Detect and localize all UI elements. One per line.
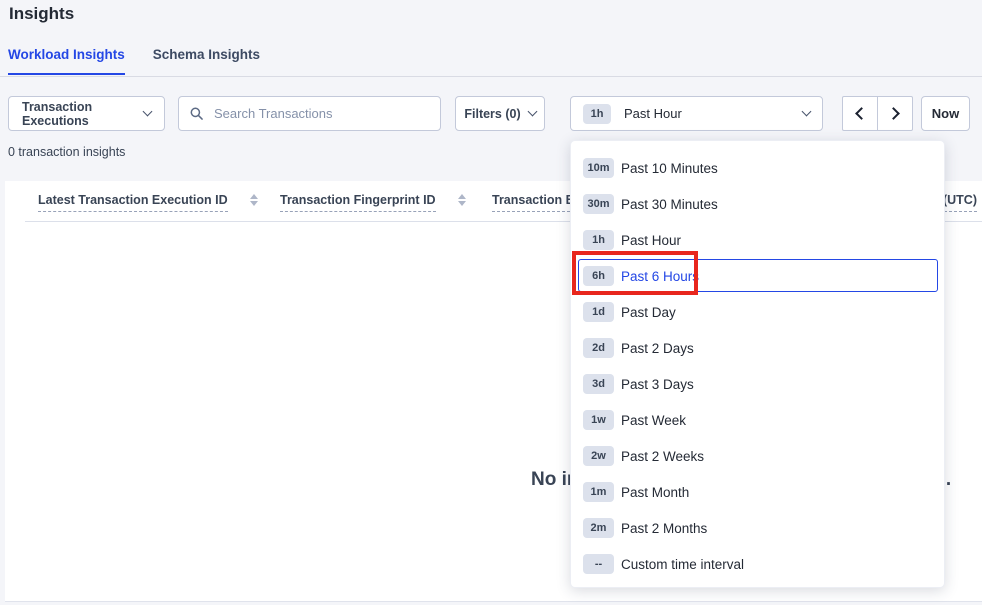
time-range-option-label: Past 2 Months	[621, 521, 707, 536]
chevron-left-icon	[855, 107, 868, 120]
sort-icon[interactable]	[458, 194, 466, 206]
time-range-option-badge: 1w	[583, 410, 614, 430]
time-range-option-label: Past 6 Hours	[621, 269, 699, 284]
time-range-option-badge: --	[583, 554, 614, 574]
sort-icon[interactable]	[250, 194, 258, 206]
time-range-option[interactable]: 2w Past 2 Weeks	[571, 438, 944, 474]
time-range-option-label: Past 2 Weeks	[621, 449, 704, 464]
column-header[interactable]: Transaction Fingerprint ID	[280, 193, 466, 212]
tab-bar: Workload Insights Schema Insights	[8, 47, 260, 75]
time-range-option-label: Past 2 Days	[621, 341, 694, 356]
tabs-divider	[0, 76, 982, 77]
time-range-option-badge: 1h	[583, 230, 614, 250]
search-icon	[190, 107, 203, 120]
time-range-option-label: Custom time interval	[621, 557, 744, 572]
time-range-option-label: Past Hour	[621, 233, 681, 248]
time-pager	[842, 96, 913, 131]
entity-select-button[interactable]: Transaction Executions	[8, 96, 165, 131]
filters-button[interactable]: Filters (0)	[455, 96, 545, 131]
page-title: Insights	[9, 4, 74, 24]
chevron-down-icon	[143, 107, 153, 117]
time-range-option[interactable]: 2d Past 2 Days	[571, 330, 944, 366]
time-range-option[interactable]: 2m Past 2 Months	[571, 510, 944, 546]
insights-page: Insights Workload Insights Schema Insigh…	[0, 0, 982, 605]
time-range-option[interactable]: 3d Past 3 Days	[571, 366, 944, 402]
time-range-option-badge: 3d	[583, 374, 614, 394]
time-range-option-badge: 10m	[583, 158, 614, 178]
time-range-option-label: Past Week	[621, 413, 686, 428]
time-range-option[interactable]: 6h Past 6 Hours	[571, 258, 944, 294]
column-header-label: Latest Transaction Execution ID	[38, 193, 228, 212]
time-range-option-label: Past 30 Minutes	[621, 197, 718, 212]
time-range-label: Past Hour	[624, 106, 803, 121]
search-box[interactable]	[178, 96, 441, 131]
tab-label: Schema Insights	[153, 47, 260, 62]
time-range-option-badge: 1d	[583, 302, 614, 322]
time-range-option[interactable]: 1w Past Week	[571, 402, 944, 438]
time-range-dropdown-trigger[interactable]: 1h Past Hour	[570, 96, 823, 131]
entity-select-label: Transaction Executions	[22, 100, 144, 128]
time-range-option[interactable]: 1d Past Day	[571, 294, 944, 330]
chevron-down-icon	[802, 107, 812, 117]
time-range-option[interactable]: 10m Past 10 Minutes	[571, 150, 944, 186]
time-range-option[interactable]: 30m Past 30 Minutes	[571, 186, 944, 222]
chevron-down-icon	[527, 107, 537, 117]
time-range-option-badge: 30m	[583, 194, 614, 214]
time-range-option-label: Past 3 Days	[621, 377, 694, 392]
next-time-button[interactable]	[878, 97, 912, 130]
now-button[interactable]: Now	[921, 96, 970, 131]
time-range-dropdown-menu: 10m Past 10 Minutes 30m Past 30 Minutes …	[570, 140, 945, 588]
tab[interactable]: Schema Insights	[153, 47, 260, 75]
time-range-option-badge: 6h	[583, 266, 614, 286]
time-range-option[interactable]: 1h Past Hour	[571, 222, 944, 258]
time-range-option-badge: 2d	[583, 338, 614, 358]
filters-label: Filters (0)	[464, 107, 520, 121]
time-range-option-badge: 2w	[583, 446, 614, 466]
time-range-option-label: Past Month	[621, 485, 689, 500]
tab[interactable]: Workload Insights	[8, 47, 125, 75]
time-range-option[interactable]: 1m Past Month	[571, 474, 944, 510]
time-range-badge: 1h	[583, 104, 611, 124]
results-count: 0 transaction insights	[8, 145, 125, 159]
time-range-option-badge: 2m	[583, 518, 614, 538]
time-range-option-label: Past Day	[621, 305, 676, 320]
now-button-label: Now	[932, 106, 959, 121]
time-range-option-label: Past 10 Minutes	[621, 161, 718, 176]
chevron-right-icon	[887, 107, 900, 120]
column-header-label: Transaction Fingerprint ID	[280, 193, 436, 212]
tab-label: Workload Insights	[8, 47, 125, 62]
previous-time-button[interactable]	[843, 97, 878, 130]
search-input[interactable]	[212, 105, 429, 122]
column-header[interactable]: Latest Transaction Execution ID	[38, 193, 258, 212]
time-range-option[interactable]: -- Custom time interval	[571, 546, 944, 582]
time-range-option-badge: 1m	[583, 482, 614, 502]
